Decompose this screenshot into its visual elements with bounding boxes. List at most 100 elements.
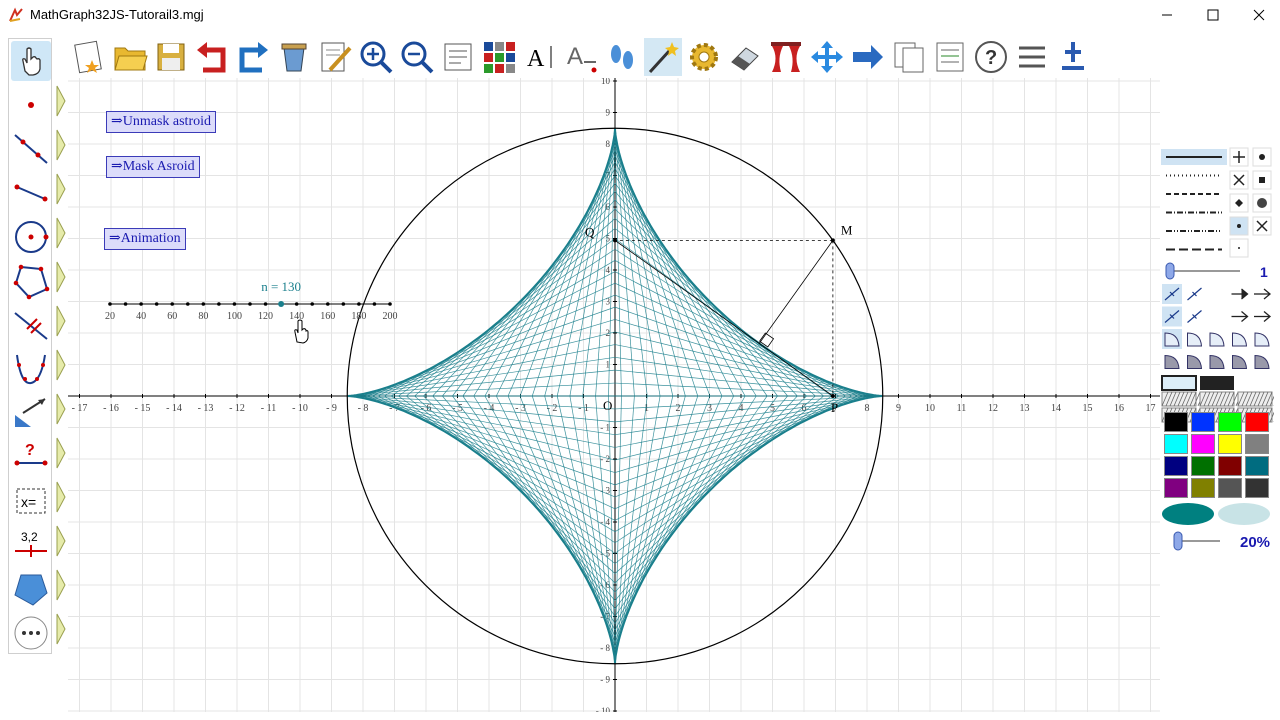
color-swatch[interactable] [1218, 456, 1242, 476]
angle-mark [1187, 354, 1203, 369]
segment-tool[interactable] [11, 173, 51, 213]
wand-button[interactable] [644, 38, 682, 76]
expand-arrow-icon[interactable] [56, 348, 66, 382]
text-icon: A [527, 46, 552, 72]
text-button[interactable]: A [521, 38, 559, 76]
eraser-button[interactable] [726, 38, 764, 76]
point-style-tiny-dot [1238, 247, 1240, 249]
surface-tool[interactable] [11, 569, 51, 609]
redo-button[interactable] [234, 38, 272, 76]
expand-arrow-icon[interactable] [56, 568, 66, 602]
parallel-perpendicular-tool[interactable] [11, 305, 51, 345]
new-figure-button[interactable] [70, 38, 108, 76]
line-end-style-selector[interactable] [1162, 284, 1272, 369]
x-tick-label: 8 [865, 403, 870, 414]
line-style-selector[interactable] [1161, 149, 1227, 251]
color-swatch[interactable] [1191, 456, 1215, 476]
n-slider[interactable]: 20 40 60 80 100 120 140 160 180 200n = 130 [105, 279, 398, 322]
zoom-in-button[interactable] [357, 38, 395, 76]
slider-dot [217, 302, 221, 306]
envelope-line [473, 168, 616, 397]
settings-button[interactable] [685, 38, 723, 76]
expand-arrow-icon[interactable] [56, 392, 66, 426]
pointer-tool[interactable] [11, 41, 51, 81]
point-style-selector[interactable] [1229, 147, 1272, 258]
more-icon [14, 616, 48, 650]
polygon-tool[interactable] [11, 261, 51, 301]
x-tick-label: 14 [1051, 403, 1061, 414]
thickness-slider[interactable] [1165, 262, 1240, 280]
point-tool[interactable] [11, 85, 51, 125]
color-swatch[interactable] [1218, 412, 1242, 432]
text-format-icon: A [567, 43, 597, 73]
expand-arrow-icon[interactable] [56, 304, 66, 338]
color-swatch[interactable] [1164, 456, 1188, 476]
expand-arrow-icon[interactable] [56, 128, 66, 162]
open-button[interactable] [111, 38, 149, 76]
curtain-button[interactable] [767, 38, 805, 76]
minimize-button[interactable] [1144, 0, 1190, 30]
color-swatch[interactable] [1218, 478, 1242, 498]
point-icon [28, 102, 34, 108]
y-tick-label: - 10 [596, 706, 611, 712]
circle-tool[interactable] [11, 217, 51, 257]
color-swatch[interactable] [1191, 478, 1215, 498]
expand-arrow-icon[interactable] [56, 216, 66, 250]
color-swatch[interactable] [1245, 412, 1269, 432]
color-swatch[interactable] [1164, 412, 1188, 432]
thickness-value: 1 [1260, 264, 1268, 280]
color-swatch[interactable] [1245, 434, 1269, 454]
color-swatch[interactable] [1245, 478, 1269, 498]
animation-button[interactable]: ⇒Animation [104, 228, 186, 250]
protocol-button[interactable] [439, 38, 477, 76]
recycle-bin-button[interactable] [275, 38, 313, 76]
move-button[interactable] [808, 38, 846, 76]
maximize-button[interactable] [1190, 0, 1236, 30]
figure-canvas[interactable]: - 17- 16- 15- 14- 13- 12- 11- 10- 9- 8- … [68, 76, 1160, 716]
measure-tool[interactable]: ? [11, 437, 51, 477]
expand-arrow-icon[interactable] [56, 84, 66, 118]
text-format-button[interactable]: A [562, 38, 600, 76]
color-swatch[interactable] [1191, 412, 1215, 432]
figure-svg[interactable]: - 17- 16- 15- 14- 13- 12- 11- 10- 9- 8- … [68, 76, 1160, 716]
arrow-right-button[interactable] [849, 38, 887, 76]
display-value-icon: 3,2 [15, 530, 47, 557]
palette-button[interactable] [480, 38, 518, 76]
more-tools[interactable] [11, 613, 51, 653]
display-value-tool[interactable]: 3,2 [11, 525, 51, 565]
opacity-slider[interactable] [1173, 531, 1220, 551]
pin-button[interactable] [1054, 38, 1092, 76]
point-label-p: P [831, 400, 838, 415]
list-button[interactable] [931, 38, 969, 76]
menu-button[interactable] [1013, 38, 1051, 76]
expand-arrow-icon[interactable] [56, 436, 66, 470]
expand-arrow-icon[interactable] [56, 524, 66, 558]
color-swatch[interactable] [1164, 478, 1188, 498]
unmask-astroid-button[interactable]: ⇒Unmask astroid [106, 111, 216, 133]
copy-button[interactable] [890, 38, 928, 76]
footprint-icon [611, 45, 633, 69]
expand-arrow-icon[interactable] [56, 480, 66, 514]
footprint-button[interactable] [603, 38, 641, 76]
y-tick-label: - 9 [600, 675, 610, 685]
mask-astroid-button[interactable]: ⇒Mask Asroid [106, 156, 200, 178]
selected-color-indicator [1162, 503, 1214, 525]
close-button[interactable] [1236, 0, 1280, 30]
line-tool[interactable] [11, 129, 51, 169]
save-button[interactable] [152, 38, 190, 76]
open-icon [114, 47, 148, 71]
undo-button[interactable] [193, 38, 231, 76]
calculation-tool[interactable]: x= [11, 481, 51, 521]
color-swatch[interactable] [1245, 456, 1269, 476]
help-button[interactable]: ? [972, 38, 1010, 76]
expand-arrow-icon[interactable] [56, 612, 66, 646]
color-swatch[interactable] [1218, 434, 1242, 454]
zoom-out-button[interactable] [398, 38, 436, 76]
edit-button[interactable] [316, 38, 354, 76]
color-swatch[interactable] [1164, 434, 1188, 454]
curve-tool[interactable] [11, 349, 51, 389]
expand-arrow-icon[interactable] [56, 172, 66, 206]
transformation-tool[interactable] [11, 393, 51, 433]
color-swatch[interactable] [1191, 434, 1215, 454]
expand-arrow-icon[interactable] [56, 260, 66, 294]
